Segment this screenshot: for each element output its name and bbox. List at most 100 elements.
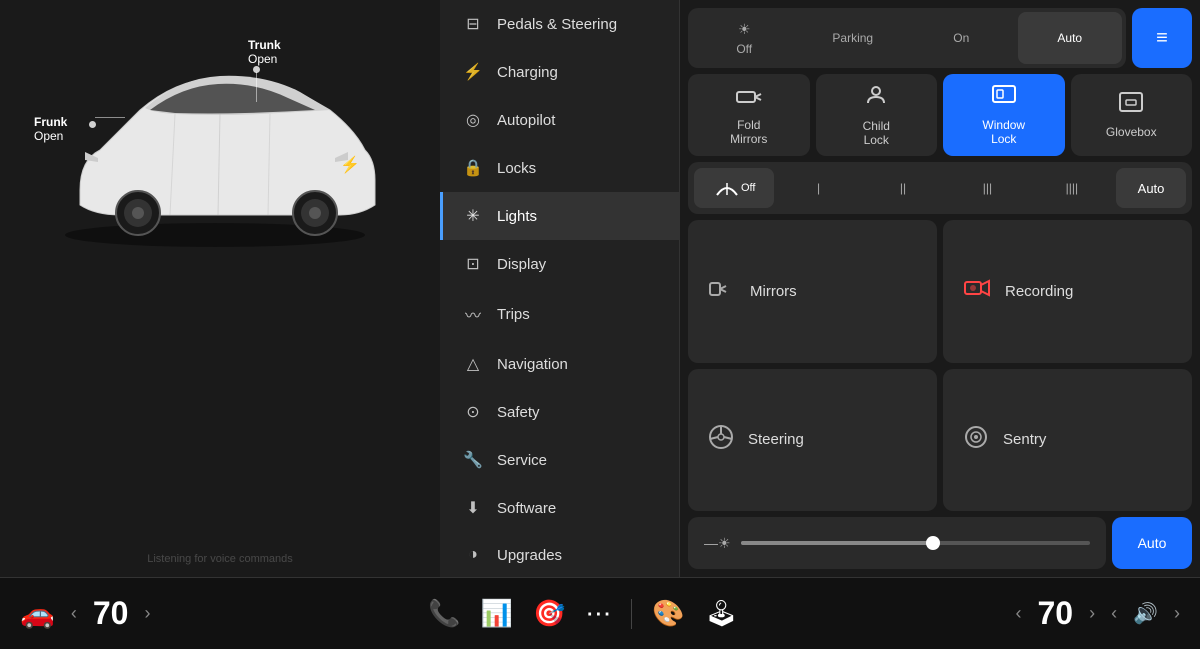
sidebar-item-navigation[interactable]: △ Navigation bbox=[440, 340, 679, 388]
games-icon[interactable]: 🕹 bbox=[705, 598, 738, 629]
taskbar-center: 📞 📊 🎯 ⋯ 🎨 🕹 bbox=[428, 598, 738, 629]
wiper-3-btn[interactable]: ||| bbox=[947, 168, 1027, 208]
child-lock-icon bbox=[864, 83, 888, 113]
recording-card[interactable]: Recording bbox=[943, 220, 1192, 363]
brightness-fill bbox=[741, 541, 933, 545]
mirrors-card[interactable]: Mirrors bbox=[688, 220, 937, 363]
sidebar-item-label: Safety bbox=[497, 404, 540, 421]
sidebar-item-lights[interactable]: ✳ Lights bbox=[440, 192, 679, 240]
lights-on-btn[interactable]: On bbox=[909, 12, 1014, 64]
volume-right[interactable]: › bbox=[1174, 603, 1180, 624]
wiper-1-btn[interactable]: | bbox=[778, 168, 858, 208]
gallery-icon[interactable]: 🎨 bbox=[652, 598, 684, 629]
steering-label: Steering bbox=[748, 431, 804, 448]
lights-list-btn[interactable]: ≡ bbox=[1132, 8, 1192, 68]
sidebar-item-service[interactable]: 🔧 Service bbox=[440, 436, 679, 484]
sun-icon: ☀ bbox=[738, 21, 751, 38]
sidebar-item-locks[interactable]: 🔒 Locks bbox=[440, 144, 679, 192]
brightness-thumb[interactable] bbox=[926, 536, 940, 550]
fold-mirrors-btn[interactable]: FoldMirrors bbox=[688, 74, 810, 156]
sentry-card[interactable]: Sentry bbox=[943, 369, 1192, 512]
sidebar-item-display[interactable]: ⊡ Display bbox=[440, 240, 679, 288]
glovebox-label: Glovebox bbox=[1106, 125, 1157, 139]
speed-left-prev[interactable]: ‹ bbox=[71, 603, 77, 624]
fold-mirrors-icon bbox=[735, 84, 763, 112]
wiper-2-btn[interactable]: || bbox=[863, 168, 943, 208]
window-lock-btn[interactable]: WindowLock bbox=[943, 74, 1065, 156]
sidebar-item-safety[interactable]: ⊙ Safety bbox=[440, 388, 679, 436]
software-icon: ⬇ bbox=[463, 498, 483, 518]
sidebar-item-upgrades[interactable]: ◑ Upgrades bbox=[440, 532, 679, 577]
sentry-icon bbox=[963, 424, 989, 456]
speed-left-next[interactable]: › bbox=[144, 603, 150, 624]
cards-left-col: Mirrors Steering bbox=[688, 220, 937, 511]
speed-right-next[interactable]: › bbox=[1089, 603, 1095, 624]
sentry-label: Sentry bbox=[1003, 431, 1046, 448]
autopilot-icon: ◎ bbox=[463, 110, 483, 130]
wiper-2-lines: || bbox=[900, 181, 906, 195]
taskbar-car-icon[interactable]: 🚗 bbox=[20, 597, 55, 630]
wiper-auto-label: Auto bbox=[1138, 181, 1165, 196]
media-icon[interactable]: 📊 bbox=[481, 598, 513, 629]
wiper-4-btn[interactable]: |||| bbox=[1032, 168, 1112, 208]
mirrors-icon bbox=[708, 277, 736, 305]
fold-mirrors-label: FoldMirrors bbox=[730, 118, 767, 147]
lights-parking-btn[interactable]: Parking bbox=[801, 12, 906, 64]
sidebar-item-label: Software bbox=[497, 500, 556, 517]
sidebar-item-autopilot[interactable]: ◎ Autopilot bbox=[440, 96, 679, 144]
recording-label: Recording bbox=[1005, 283, 1073, 300]
dashcam-icon[interactable]: 🎯 bbox=[533, 598, 565, 629]
navigation-icon: △ bbox=[463, 354, 483, 374]
speed-right-prev[interactable]: ‹ bbox=[1015, 603, 1021, 624]
sidebar-item-trips[interactable]: 〰 Trips bbox=[440, 288, 679, 340]
brightness-auto-btn[interactable]: Auto bbox=[1112, 517, 1192, 569]
brightness-track[interactable] bbox=[741, 541, 1090, 545]
volume-icon[interactable]: 🔊 bbox=[1133, 601, 1158, 626]
wiper-off-label: Off bbox=[741, 182, 755, 194]
taskbar-left: 🚗 ‹ 70 › bbox=[20, 595, 150, 632]
mirrors-label: Mirrors bbox=[750, 283, 797, 300]
apps-icon[interactable]: ⋯ bbox=[585, 598, 611, 629]
child-lock-btn[interactable]: ChildLock bbox=[816, 74, 938, 156]
speed-right-value: 70 bbox=[1037, 595, 1073, 632]
lights-segments: ☀ Off Parking On Auto bbox=[688, 8, 1126, 68]
lights-icon: ✳ bbox=[463, 206, 483, 226]
speed-left-value: 70 bbox=[93, 595, 129, 632]
wiper-segments: Off | || ||| |||| Auto bbox=[688, 162, 1192, 214]
trips-icon: 〰 bbox=[463, 302, 483, 326]
speed-right-display: 70 bbox=[1037, 595, 1073, 632]
brightness-slider-container: —☀ bbox=[688, 517, 1106, 569]
glovebox-icon bbox=[1118, 91, 1144, 119]
lights-off-btn[interactable]: ☀ Off bbox=[692, 12, 797, 64]
volume-left[interactable]: ‹ bbox=[1111, 603, 1117, 624]
sidebar-item-software[interactable]: ⬇ Software bbox=[440, 484, 679, 532]
pedals-icon: ⊟ bbox=[463, 14, 483, 34]
sidebar-item-label: Navigation bbox=[497, 356, 568, 373]
sidebar-item-pedals[interactable]: ⊟ Pedals & Steering bbox=[440, 0, 679, 48]
feature-cards: Mirrors Steering bbox=[688, 220, 1192, 511]
service-icon: 🔧 bbox=[463, 450, 483, 470]
phone-icon[interactable]: 📞 bbox=[428, 598, 460, 629]
brightness-min-icon: —☀ bbox=[704, 535, 731, 552]
lights-control-row: ☀ Off Parking On Auto ≡ bbox=[688, 8, 1192, 68]
sidebar-item-label: Trips bbox=[497, 306, 530, 323]
glovebox-btn[interactable]: Glovebox bbox=[1071, 74, 1193, 156]
sidebar-item-charging[interactable]: ⚡ Charging bbox=[440, 48, 679, 96]
wiper-off-btn[interactable]: Off bbox=[694, 168, 774, 208]
wiper-auto-btn[interactable]: Auto bbox=[1116, 168, 1186, 208]
steering-card[interactable]: Steering bbox=[688, 369, 937, 512]
child-lock-label: ChildLock bbox=[863, 119, 890, 148]
trunk-status: Open bbox=[248, 52, 281, 66]
recording-icon bbox=[963, 277, 991, 305]
safety-icon: ⊙ bbox=[463, 402, 483, 422]
lights-auto-btn[interactable]: Auto bbox=[1018, 12, 1123, 64]
locks-icon: 🔒 bbox=[463, 158, 483, 178]
wiper-3-lines: ||| bbox=[983, 181, 992, 195]
door-controls-row: FoldMirrors ChildLock Wi bbox=[688, 74, 1192, 156]
wiper-controls-row: Off | || ||| |||| Auto bbox=[688, 162, 1192, 214]
window-lock-icon bbox=[991, 84, 1017, 112]
sidebar: ⊟ Pedals & Steering ⚡ Charging ◎ Autopil… bbox=[440, 0, 680, 577]
display-icon: ⊡ bbox=[463, 254, 483, 274]
sidebar-item-label: Service bbox=[497, 452, 547, 469]
sidebar-item-label: Locks bbox=[497, 160, 536, 177]
